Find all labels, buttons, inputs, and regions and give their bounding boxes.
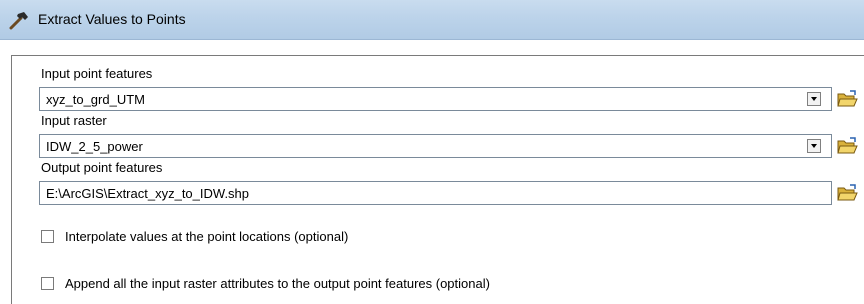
- input-point-features-dropdown[interactable]: xyz_to_grd_UTM: [39, 87, 832, 111]
- input-raster-value: IDW_2_5_power: [46, 139, 143, 154]
- input-raster-label: Input raster: [41, 113, 107, 128]
- open-folder-icon[interactable]: [836, 183, 858, 203]
- append-attributes-checkbox[interactable]: [41, 277, 54, 290]
- input-point-features-value: xyz_to_grd_UTM: [46, 92, 145, 107]
- output-point-features-input[interactable]: E:\ArcGIS\Extract_xyz_to_IDW.shp: [39, 181, 832, 205]
- append-attributes-label: Append all the input raster attributes t…: [65, 276, 490, 291]
- interpolate-label: Interpolate values at the point location…: [65, 229, 349, 244]
- output-point-features-value: E:\ArcGIS\Extract_xyz_to_IDW.shp: [46, 186, 250, 201]
- open-folder-icon[interactable]: [836, 89, 858, 109]
- window-title: Extract Values to Points: [38, 11, 186, 27]
- hammer-icon: [9, 12, 28, 30]
- interpolate-checkbox[interactable]: [41, 230, 54, 243]
- input-point-features-label: Input point features: [41, 66, 153, 81]
- dropdown-arrow-icon[interactable]: [807, 139, 821, 153]
- open-folder-icon[interactable]: [836, 136, 858, 156]
- dropdown-arrow-icon[interactable]: [807, 92, 821, 106]
- title-bar: Extract Values to Points: [0, 0, 864, 40]
- tool-dialog: Input point features xyz_to_grd_UTM Inpu…: [0, 40, 864, 304]
- input-raster-dropdown[interactable]: IDW_2_5_power: [39, 134, 832, 158]
- output-point-features-label: Output point features: [41, 160, 163, 175]
